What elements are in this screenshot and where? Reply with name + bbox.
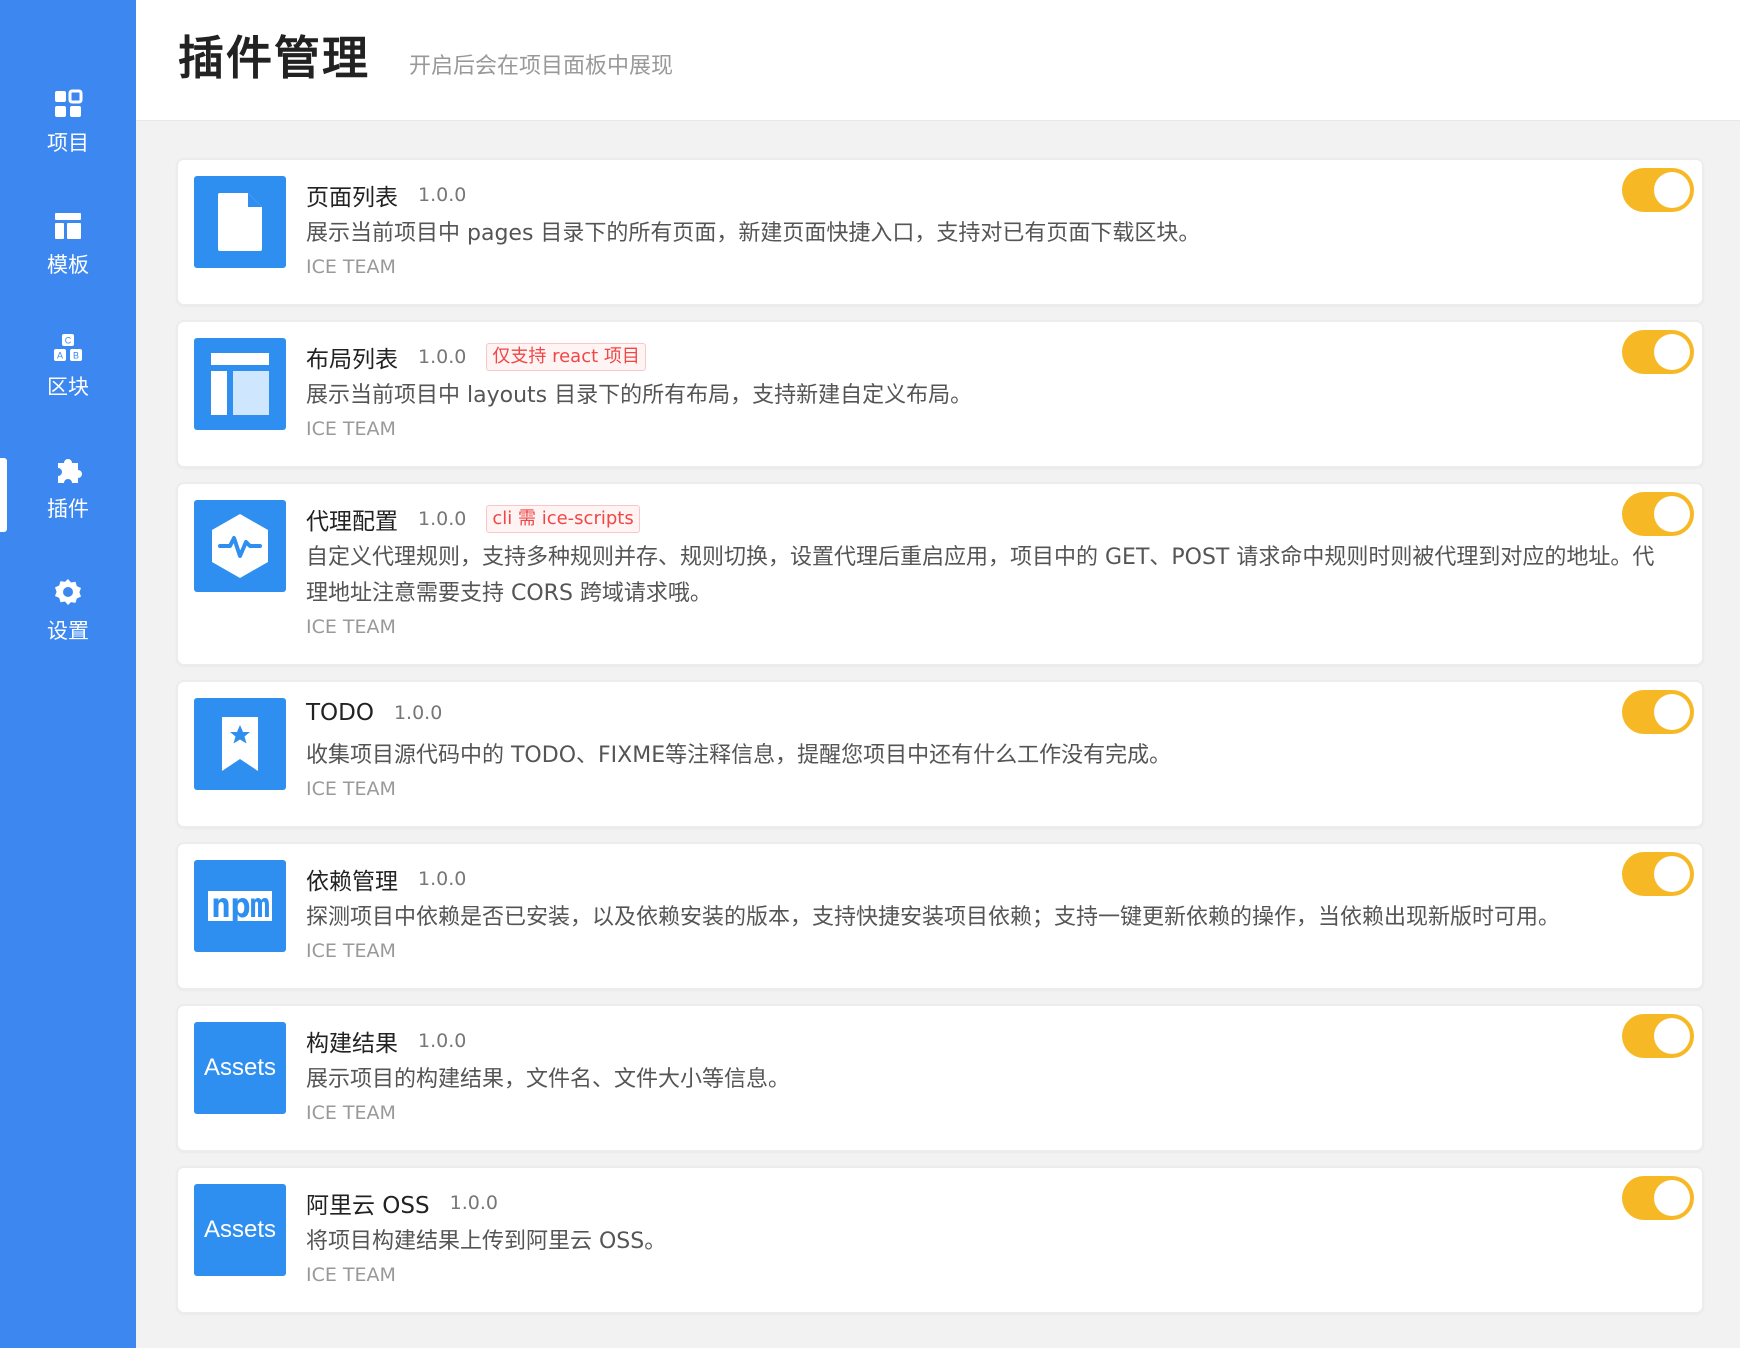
toggle-knob	[1654, 1180, 1690, 1216]
gear-icon	[55, 579, 81, 605]
npm-logo-text: npm	[207, 889, 273, 923]
sidebar-item-settings[interactable]: 设置	[0, 576, 136, 676]
toggle-knob	[1654, 856, 1690, 892]
card-title-row: 布局列表 1.0.0 仅支持 react 项目	[306, 340, 646, 374]
plugin-toggle[interactable]	[1622, 852, 1694, 896]
toggle-knob	[1654, 334, 1690, 370]
plugin-description: 展示项目的构建结果，文件名、文件大小等信息。	[306, 1067, 791, 1092]
page-subtitle: 开启后会在项目面板中展现	[409, 54, 674, 79]
assets-icon-text: Assets	[203, 1216, 277, 1243]
card-title-row: 代理配置 1.0.0 cli 需 ice-scripts	[306, 502, 640, 536]
plugin-name: 布局列表	[306, 347, 398, 373]
npm-icon: npm	[194, 860, 286, 952]
toggle-knob	[1654, 694, 1690, 730]
assets-icon: Assets	[194, 1022, 286, 1114]
plugin-toggle[interactable]	[1622, 1176, 1694, 1220]
card-title-row: 依赖管理 1.0.0	[306, 862, 466, 896]
blocks-icon: C A B	[54, 334, 82, 361]
layout-icon	[55, 213, 81, 239]
plugin-toggle[interactable]	[1622, 492, 1694, 536]
plugin-card-build-result: Assets 构建结果 1.0.0 展示项目的构建结果，文件名、文件大小等信息。…	[176, 1004, 1704, 1152]
plugin-version: 1.0.0	[393, 702, 443, 724]
plugin-author: ICE TEAM	[306, 616, 396, 638]
card-title-row: 阿里云 OSS 1.0.0	[306, 1186, 498, 1220]
sidebar-item-label: 模板	[47, 253, 89, 277]
plugin-tag: cli 需 ice-scripts	[486, 505, 640, 533]
plugin-author: ICE TEAM	[306, 1264, 396, 1286]
plugin-description: 收集项目源代码中的 TODO、FIXME等注释信息，提醒您项目中还有什么工作没有…	[306, 743, 1172, 768]
assets-icon-text: Assets	[203, 1054, 277, 1081]
sidebar-item-label: 设置	[47, 619, 89, 643]
plugin-name: 依赖管理	[306, 869, 398, 895]
plugin-card-layout-list: 布局列表 1.0.0 仅支持 react 项目 展示当前项目中 layouts …	[176, 320, 1704, 468]
plugin-version: 1.0.0	[418, 508, 467, 530]
plugin-description: 展示当前项目中 layouts 目录下的所有布局，支持新建自定义布局。	[306, 383, 973, 408]
toggle-knob	[1654, 496, 1690, 532]
page-header: 插件管理 开启后会在项目面板中展现	[136, 0, 1740, 121]
plugin-card-aliyun-oss: Assets 阿里云 OSS 1.0.0 将项目构建结果上传到阿里云 OSS。 …	[176, 1166, 1704, 1314]
plugin-description: 将项目构建结果上传到阿里云 OSS。	[306, 1229, 667, 1254]
plugin-toggle[interactable]	[1622, 330, 1694, 374]
svg-text:A: A	[57, 351, 63, 361]
layout-icon	[194, 338, 286, 430]
card-title-row: 构建结果 1.0.0	[306, 1024, 466, 1058]
plugin-version: 1.0.0	[418, 1030, 467, 1052]
plugin-version: 1.0.0	[418, 868, 467, 890]
plugin-name: 构建结果	[306, 1031, 398, 1057]
sidebar-item-label: 项目	[47, 131, 89, 155]
plugin-name: TODO	[306, 700, 374, 726]
svg-text:B: B	[73, 351, 79, 361]
sidebar: 项目 模板 C A B 区块 插件 设置	[0, 0, 136, 1348]
sidebar-item-projects[interactable]: 项目	[0, 88, 136, 188]
proxy-icon	[194, 500, 286, 592]
plugin-author: ICE TEAM	[306, 940, 396, 962]
card-title-row: TODO 1.0.0	[306, 700, 442, 726]
plugin-name: 代理配置	[306, 509, 398, 535]
plugin-author: ICE TEAM	[306, 256, 396, 278]
plugin-name: 页面列表	[306, 185, 398, 211]
sidebar-item-blocks[interactable]: C A B 区块	[0, 332, 136, 432]
plugin-card-todo: TODO 1.0.0 收集项目源代码中的 TODO、FIXME等注释信息，提醒您…	[176, 680, 1704, 828]
plugin-card-page-list: 页面列表 1.0.0 展示当前项目中 pages 目录下的所有页面，新建页面快捷…	[176, 158, 1704, 306]
puzzle-icon	[58, 459, 82, 483]
plugin-name: 阿里云 OSS	[306, 1193, 430, 1219]
dashboard-icon	[55, 89, 83, 117]
plugin-author: ICE TEAM	[306, 1102, 396, 1124]
sidebar-item-plugins[interactable]: 插件	[0, 454, 136, 554]
toggle-knob	[1654, 1018, 1690, 1054]
plugin-toggle[interactable]	[1622, 690, 1694, 734]
bookmark-icon	[194, 698, 286, 790]
plugin-card-proxy: 代理配置 1.0.0 cli 需 ice-scripts 自定义代理规则，支持多…	[176, 482, 1704, 666]
plugin-tag: 仅支持 react 项目	[486, 343, 646, 371]
plugin-version: 1.0.0	[418, 346, 467, 368]
plugin-description: 自定义代理规则，支持多种规则并存、规则切换，设置代理后重启应用，项目中的 GET…	[306, 545, 1655, 606]
card-title-row: 页面列表 1.0.0	[306, 178, 466, 212]
plugin-author: ICE TEAM	[306, 778, 396, 800]
sidebar-item-templates[interactable]: 模板	[0, 210, 136, 310]
plugin-card-dependencies: npm 依赖管理 1.0.0 探测项目中依赖是否已安装，以及依赖安装的版本，支持…	[176, 842, 1704, 990]
plugin-description: 探测项目中依赖是否已安装，以及依赖安装的版本，支持快捷安装项目依赖；支持一键更新…	[306, 905, 1561, 930]
plugin-author: ICE TEAM	[306, 418, 396, 440]
plugin-version: 1.0.0	[449, 1192, 498, 1214]
toggle-knob	[1654, 172, 1690, 208]
plugin-toggle[interactable]	[1622, 1014, 1694, 1058]
plugin-toggle[interactable]	[1622, 168, 1694, 212]
page-title: 插件管理	[178, 31, 370, 85]
assets-icon: Assets	[194, 1184, 286, 1276]
page-icon	[194, 176, 286, 268]
plugin-description: 展示当前项目中 pages 目录下的所有页面，新建页面快捷入口，支持对已有页面下…	[306, 221, 1201, 246]
plugin-version: 1.0.0	[418, 184, 467, 206]
sidebar-item-label: 区块	[47, 375, 89, 399]
svg-text:C: C	[65, 336, 72, 346]
sidebar-item-label: 插件	[47, 497, 89, 521]
